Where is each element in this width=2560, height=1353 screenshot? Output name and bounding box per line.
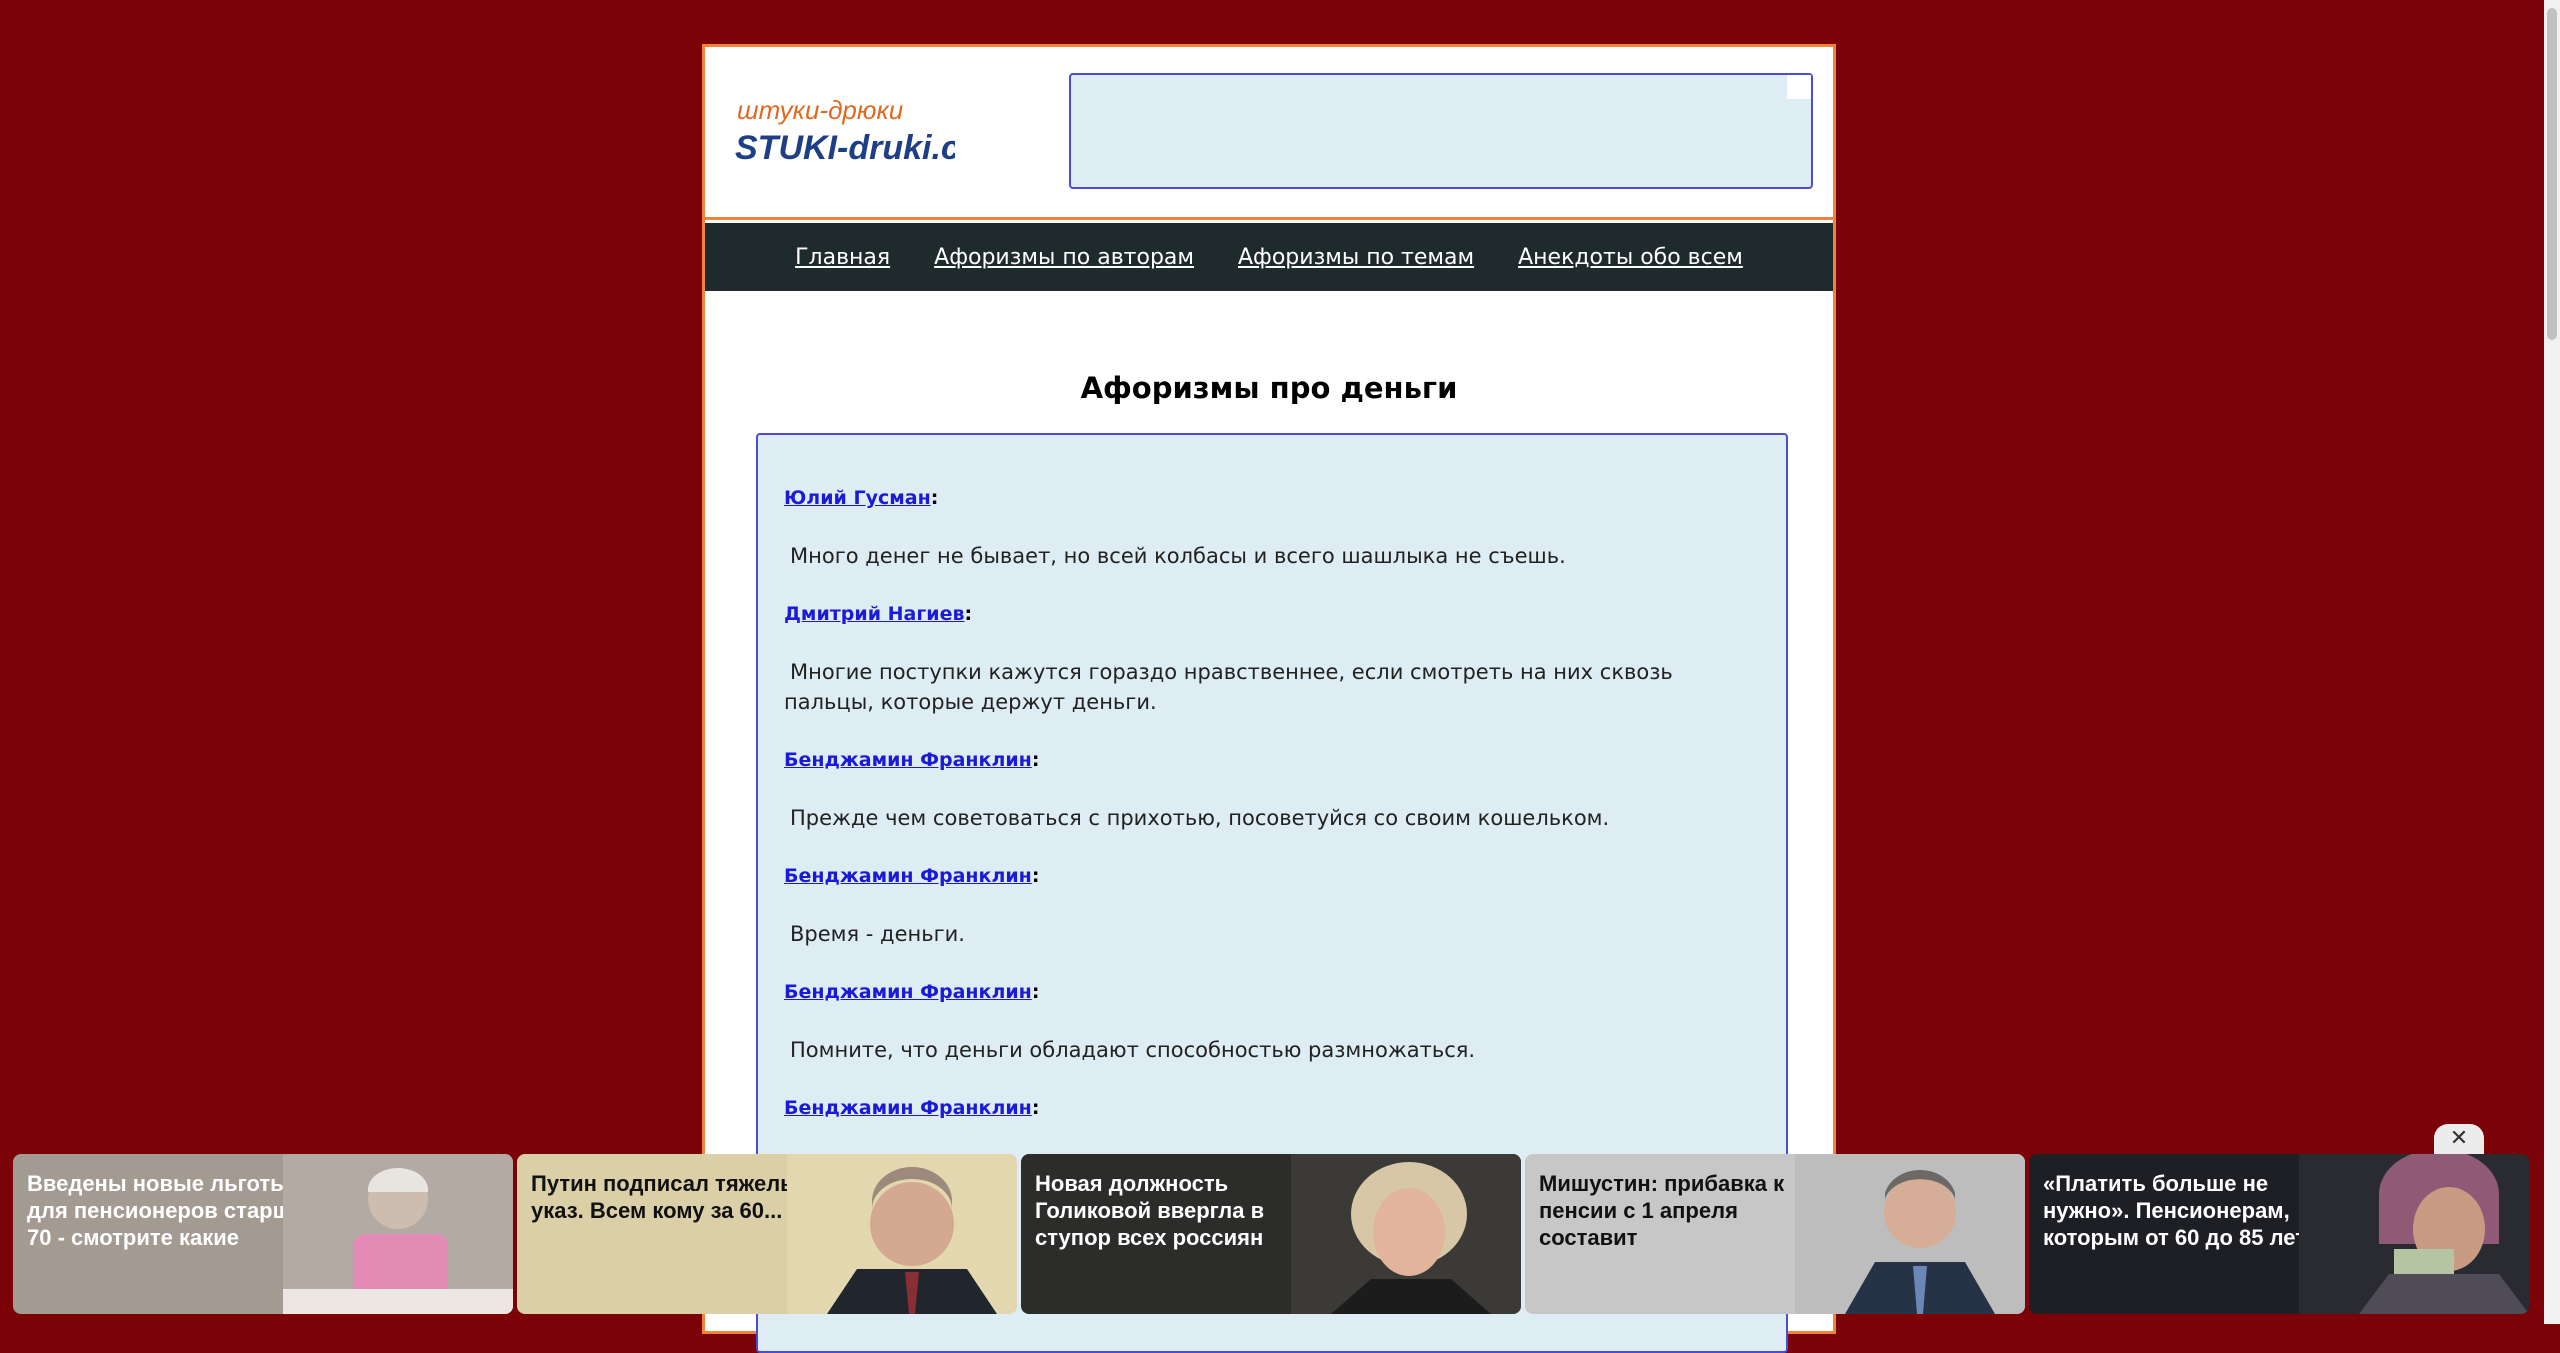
news-card-text: Введены новые льготы для пенсионеров ста… (27, 1171, 304, 1250)
quote-text: Время - деньги. (790, 922, 965, 946)
news-card-image (283, 1154, 513, 1314)
scrollbar-thumb[interactable] (2547, 8, 2557, 340)
news-card-text: «Платить больше не нужно». Пенсионерам, … (2043, 1171, 2307, 1250)
news-card-image (1795, 1154, 2025, 1314)
site-logo[interactable]: штуки-дрюки STUKI-druki.com (735, 81, 955, 181)
news-card[interactable]: «Платить больше не нужно». Пенсионерам, … (2029, 1154, 2529, 1314)
quote-author: Бенджамин Франклин: (784, 749, 1040, 771)
page-scrollbar[interactable] (2544, 0, 2560, 1324)
nav-home[interactable]: Главная (795, 245, 890, 270)
page-container: штуки-дрюки STUKI-druki.com Главная Афор… (702, 44, 1836, 1353)
news-card-text: Путин подписал тяжелый указ. Всем кому з… (531, 1171, 813, 1223)
site-header: штуки-дрюки STUKI-druki.com (705, 47, 1833, 220)
quote-text: Много денег не бывает, но всей колбасы и… (790, 544, 1566, 568)
news-card-image (1291, 1154, 1521, 1314)
news-card[interactable]: Мишустин: прибавка к пенсии с 1 апреля с… (1525, 1154, 2025, 1314)
ad-news-bar: Введены новые льготы для пенсионеров ста… (0, 1152, 2560, 1324)
close-icon[interactable]: ✕ (2434, 1124, 2484, 1154)
news-card-image (2299, 1154, 2529, 1314)
logo-bottom-text: STUKI-druki.com (735, 129, 955, 167)
main-nav: Главная Афоризмы по авторам Афоризмы по … (705, 223, 1833, 291)
quote-text: Многие поступки кажутся гораздо нравстве… (784, 660, 1673, 714)
author-link[interactable]: Бенджамин Франклин (784, 865, 1032, 887)
author-link[interactable]: Бенджамин Франклин (784, 1097, 1032, 1119)
quote-author: Бенджамин Франклин: (784, 865, 1040, 887)
news-card[interactable]: Введены новые льготы для пенсионеров ста… (13, 1154, 513, 1314)
ad-corner-icon (1787, 75, 1811, 99)
news-card-text: Новая должность Голиковой ввергла в ступ… (1035, 1171, 1265, 1250)
quote-author: Юлий Гусман: (784, 487, 939, 509)
news-card-image (787, 1154, 1017, 1314)
author-link[interactable]: Дмитрий Нагиев (784, 603, 965, 625)
quote-author: Дмитрий Нагиев: (784, 603, 973, 625)
news-card[interactable]: Новая должность Голиковой ввергла в ступ… (1021, 1154, 1521, 1314)
nav-aphorisms-topics[interactable]: Афоризмы по темам (1238, 245, 1474, 270)
nav-aphorisms-authors[interactable]: Афоризмы по авторам (934, 245, 1194, 270)
news-card[interactable]: Путин подписал тяжелый указ. Всем кому з… (517, 1154, 1017, 1314)
author-link[interactable]: Юлий Гусман (784, 487, 931, 509)
nav-jokes[interactable]: Анекдоты обо всем (1518, 245, 1743, 270)
quote-text: Прежде чем советоваться с прихотью, посо… (790, 806, 1610, 830)
author-link[interactable]: Бенджамин Франклин (784, 981, 1032, 1003)
quote-author: Бенджамин Франклин: (784, 981, 1040, 1003)
quote-text: Помните, что деньги обладают способность… (790, 1038, 1476, 1062)
ad-banner[interactable] (1069, 73, 1813, 189)
author-link[interactable]: Бенджамин Франклин (784, 749, 1032, 771)
quote-author: Бенджамин Франклин: (784, 1097, 1040, 1119)
news-card-text: Мишустин: прибавка к пенсии с 1 апреля с… (1539, 1171, 1785, 1250)
logo-top-text: штуки-дрюки (737, 95, 903, 125)
page-title: Афоризмы про деньги (1080, 371, 1458, 405)
